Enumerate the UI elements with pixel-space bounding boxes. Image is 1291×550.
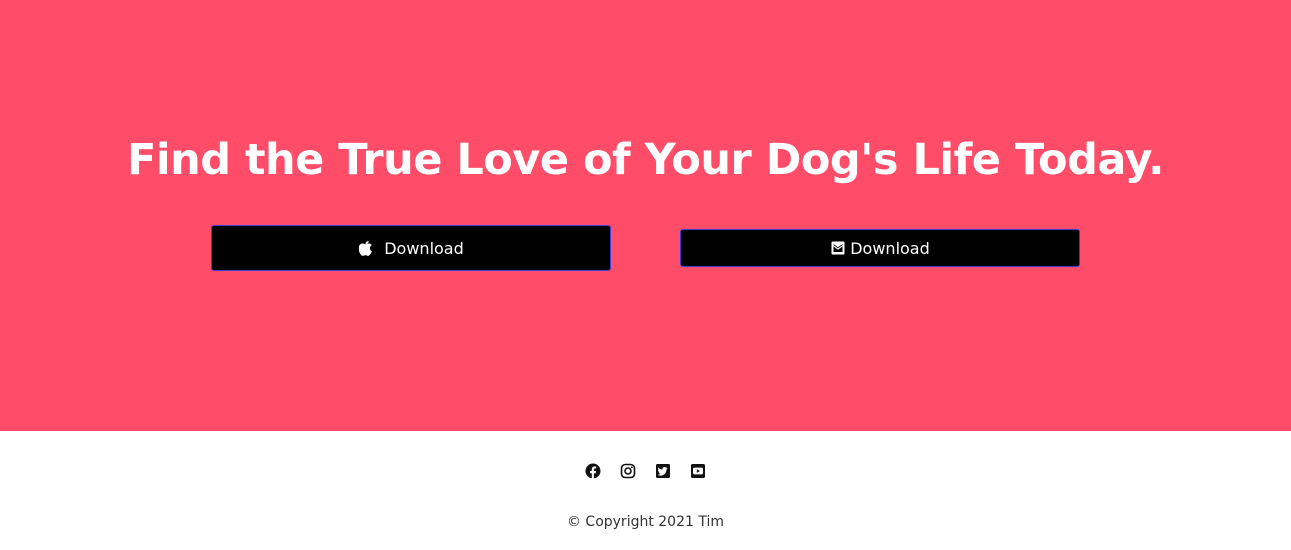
download-apple-label: Download	[384, 238, 464, 258]
social-links	[0, 463, 1291, 479]
apple-icon	[358, 240, 374, 256]
facebook-icon[interactable]	[585, 463, 601, 479]
download-apple-button[interactable]: Download	[211, 225, 611, 271]
download-email-label: Download	[850, 238, 930, 258]
copyright-text: © Copyright 2021 Tim	[566, 514, 725, 530]
footer: © Copyright 2021 Tim	[0, 431, 1291, 550]
cta-section: Find the True Love of Your Dog's Life To…	[0, 0, 1291, 431]
youtube-icon[interactable]	[690, 463, 706, 479]
instagram-icon[interactable]	[620, 463, 636, 479]
envelope-icon	[830, 240, 846, 256]
download-email-button[interactable]: Download	[680, 229, 1080, 267]
twitter-icon[interactable]	[655, 463, 671, 479]
cta-heading: Find the True Love of Your Dog's Life To…	[127, 135, 1164, 185]
